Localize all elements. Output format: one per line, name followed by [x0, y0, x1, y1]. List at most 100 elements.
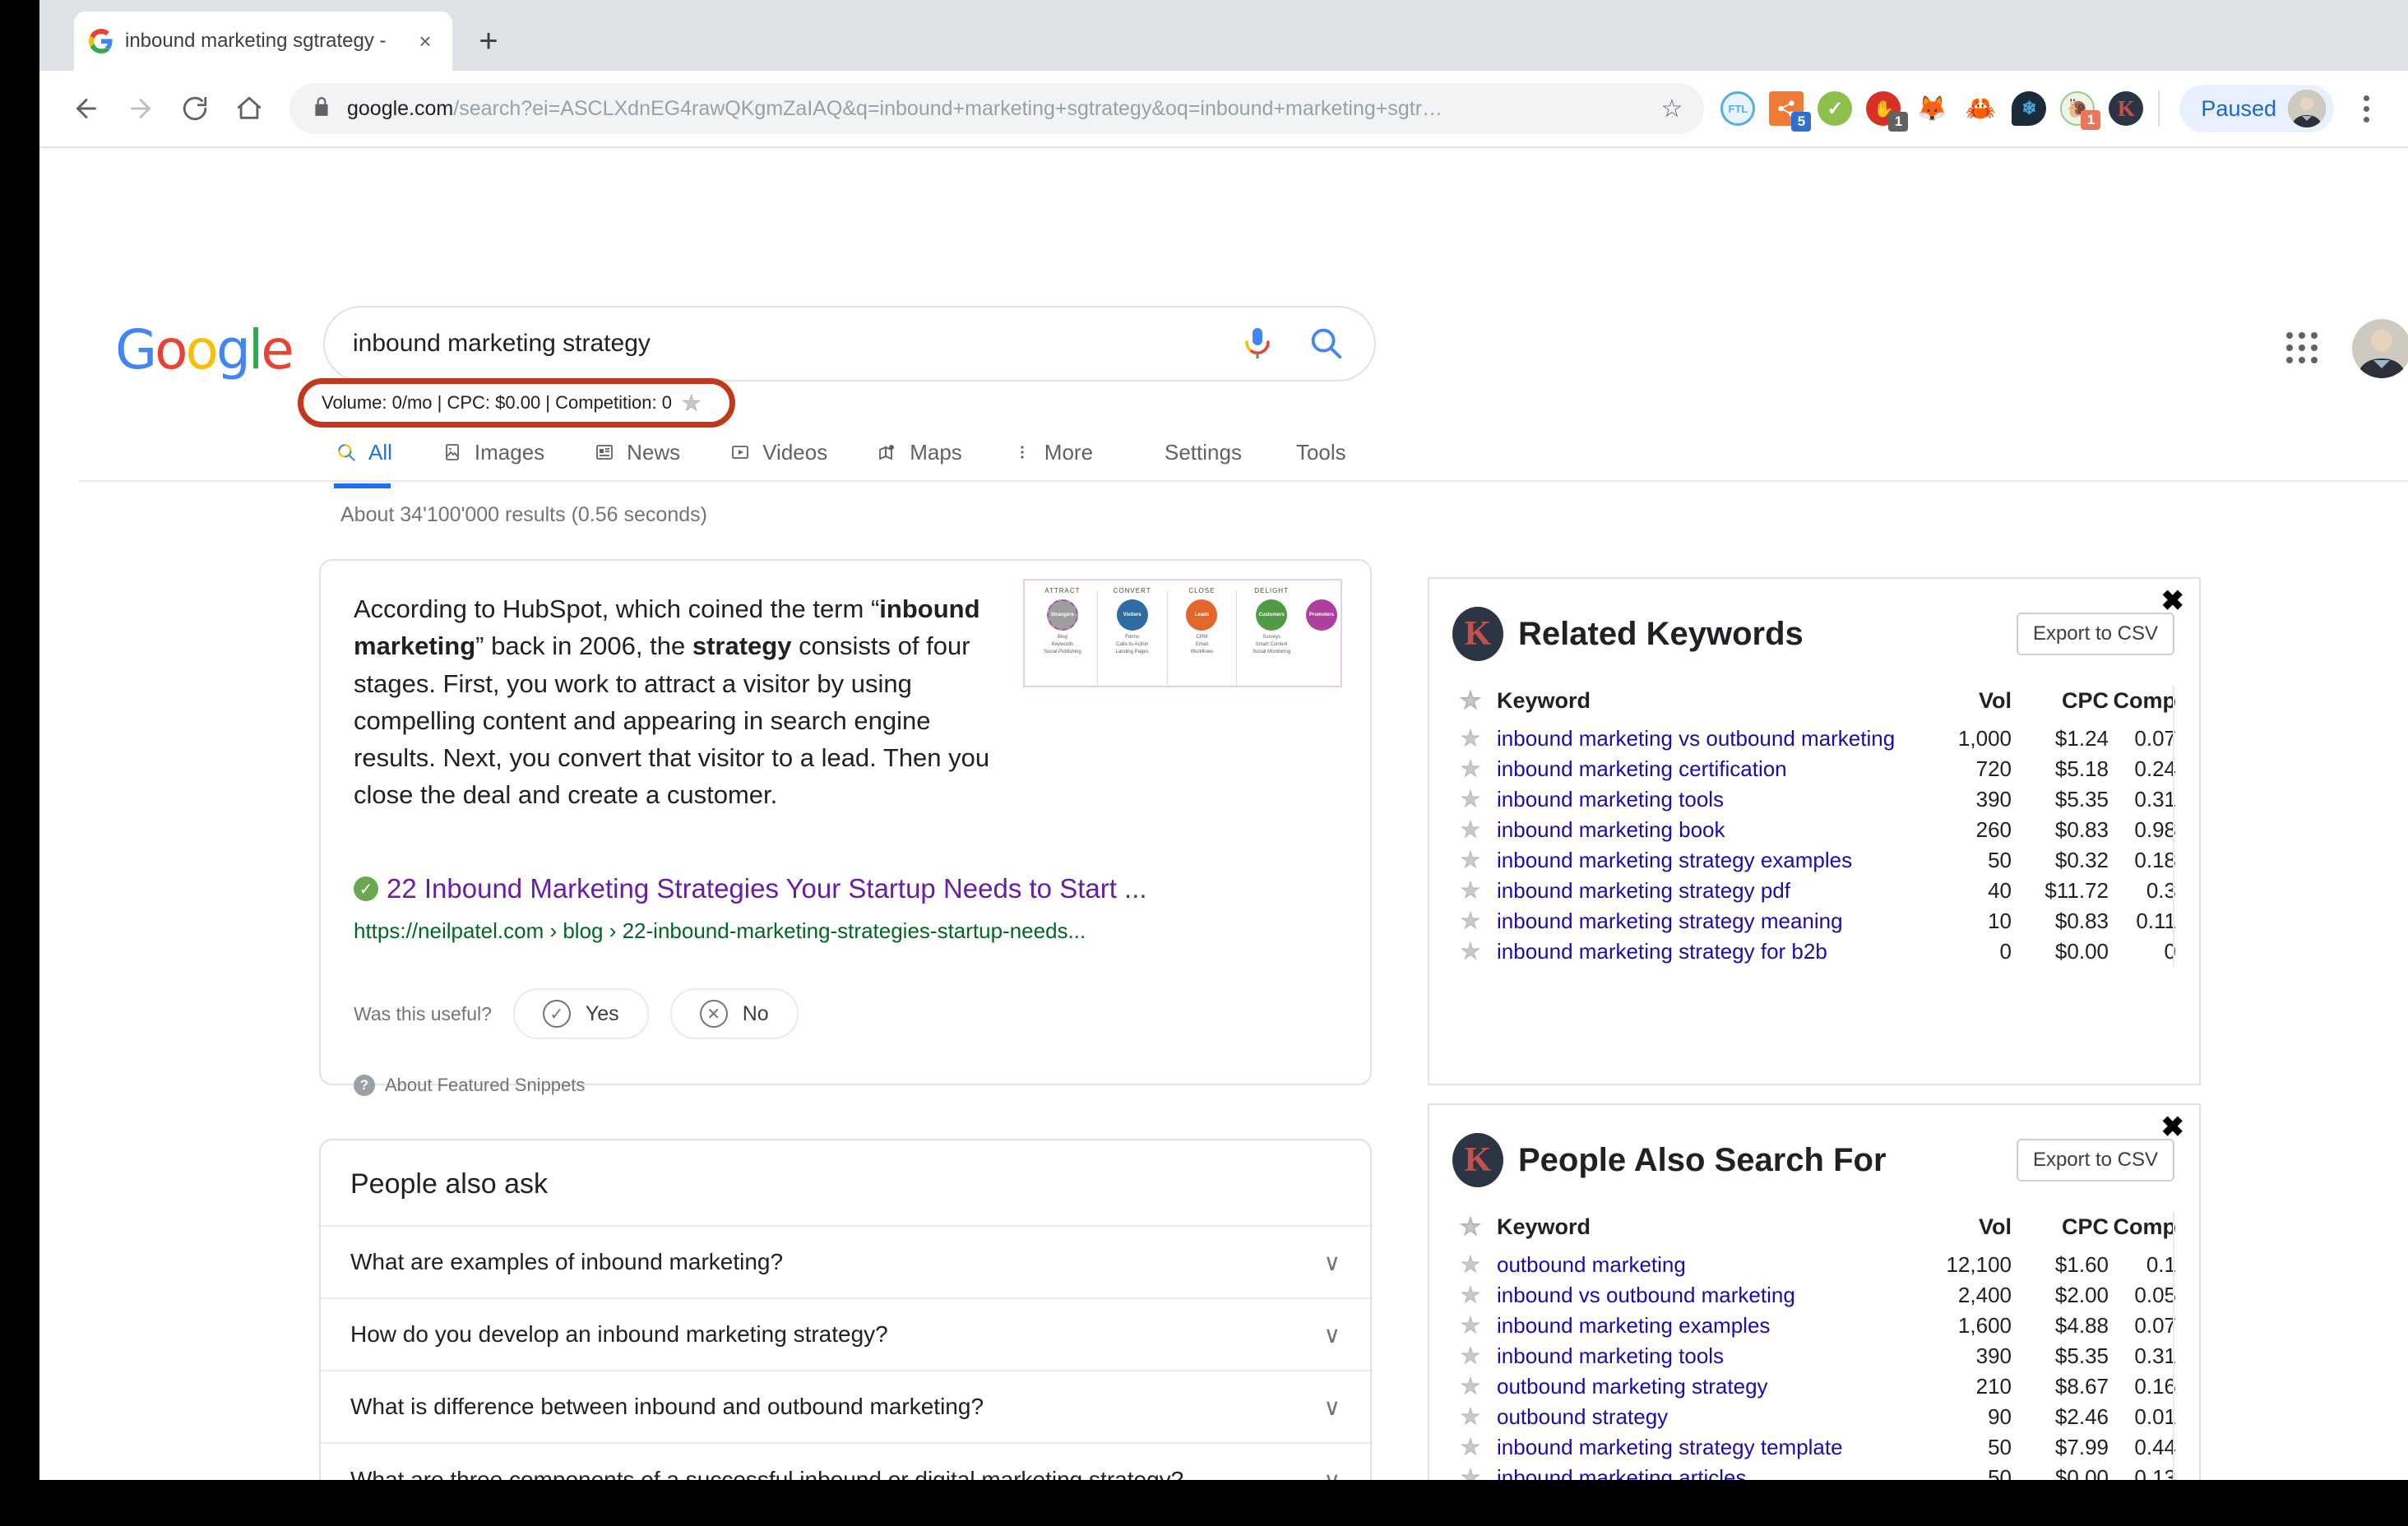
- keywords-everywhere-extension-icon[interactable]: K: [2109, 91, 2144, 126]
- table-row[interactable]: ★ inbound marketing book 260 $0.83 0.98: [1447, 815, 2199, 845]
- search-input[interactable]: inbound marketing strategy: [353, 330, 1238, 358]
- chat-extension-icon[interactable]: ❄: [2012, 91, 2047, 126]
- forward-button[interactable]: [115, 83, 166, 134]
- export-to-csv-button[interactable]: Export to CSV: [2016, 1139, 2174, 1181]
- was-this-useful-label: Was this useful?: [354, 1002, 492, 1024]
- table-row[interactable]: ★ inbound marketing articles 50 $0.00 0.…: [1447, 1463, 2199, 1480]
- row-star-icon: ★: [1460, 1252, 1481, 1277]
- inbound-marketing-funnel-diagram[interactable]: ATTRACT Strangers Blog Keywords Social Pub…: [1023, 579, 1342, 687]
- new-tab-button[interactable]: +: [465, 18, 512, 64]
- export-to-csv-button[interactable]: Export to CSV: [2016, 613, 2174, 655]
- keyword-link[interactable]: inbound marketing strategy meaning: [1497, 909, 1843, 933]
- table-row[interactable]: ★ inbound marketing strategy examples 50…: [1447, 845, 2199, 876]
- tools-button[interactable]: Tools: [1296, 440, 1346, 465]
- table-row[interactable]: ★ outbound marketing strategy 210 $8.67 …: [1447, 1371, 2199, 1402]
- paused-status-label: Paused: [2201, 95, 2276, 121]
- ftl-extension-icon[interactable]: FTL: [1720, 91, 1756, 126]
- fox-extension-icon[interactable]: 🦊: [1915, 91, 1949, 126]
- paa-question-row[interactable]: What are three components of a successfu…: [321, 1444, 1370, 1480]
- comp-value: 0.98: [2134, 817, 2176, 842]
- search-submit-icon[interactable]: [1307, 324, 1346, 363]
- keyword-link[interactable]: outbound strategy: [1497, 1404, 1668, 1429]
- google-logo[interactable]: Google: [115, 318, 294, 382]
- keyword-link[interactable]: inbound marketing strategy template: [1497, 1435, 1843, 1459]
- profile-chip[interactable]: Paused: [2179, 85, 2334, 132]
- keyword-link[interactable]: inbound marketing book: [1497, 817, 1725, 842]
- paa-question-row[interactable]: What is difference between inbound and o…: [321, 1371, 1370, 1444]
- tab-close-icon[interactable]: ×: [413, 29, 438, 53]
- star-column-header: ★: [1460, 1214, 1481, 1239]
- keyword-metrics-bar[interactable]: Volume: 0/mo | CPC: $0.00 | Competition:…: [298, 378, 735, 428]
- address-bar[interactable]: google.com/search?ei=ASCLXdnEG4rawQKgmZa…: [289, 83, 1705, 134]
- browser-tab[interactable]: inbound marketing sgtrategy - ×: [74, 12, 452, 71]
- table-row[interactable]: ★ inbound marketing strategy meaning 10 …: [1447, 906, 2199, 936]
- vol-column-header: Vol: [1979, 688, 2012, 713]
- tab-all[interactable]: All: [334, 419, 415, 488]
- paa-question-row[interactable]: What are examples of inbound marketing? …: [321, 1227, 1370, 1299]
- table-row[interactable]: ★ inbound marketing vs outbound marketin…: [1447, 724, 2199, 754]
- table-row[interactable]: ★ inbound marketing tools 390 $5.35 0.31: [1447, 784, 2199, 815]
- keyword-link[interactable]: inbound marketing strategy pdf: [1497, 878, 1790, 903]
- back-button[interactable]: [61, 83, 112, 134]
- table-row[interactable]: ★ inbound marketing examples 1,600 $4.88…: [1447, 1311, 2199, 1341]
- chevron-down-icon[interactable]: ∨: [1324, 1249, 1341, 1276]
- table-row[interactable]: ★ inbound marketing strategy template 50…: [1447, 1432, 2199, 1463]
- table-row[interactable]: ★ inbound vs outbound marketing 2,400 $2…: [1447, 1280, 2199, 1311]
- featured-snippet-result-url[interactable]: https://neilpatel.com › blog › 22-inboun…: [354, 918, 1086, 944]
- profile-avatar[interactable]: [2288, 90, 2326, 127]
- reload-button[interactable]: [169, 83, 220, 134]
- keyword-link[interactable]: inbound marketing tools: [1497, 787, 1724, 812]
- tab-more[interactable]: More: [1010, 419, 1116, 485]
- tab-videos[interactable]: Videos: [728, 419, 850, 485]
- table-row[interactable]: ★ inbound marketing strategy for b2b 0 $…: [1447, 936, 2199, 967]
- table-row[interactable]: ★ inbound marketing certification 720 $5…: [1447, 754, 2199, 784]
- table-row[interactable]: ★ outbound marketing 12,100 $1.60 0.1: [1447, 1250, 2199, 1280]
- chevron-down-icon[interactable]: ∨: [1324, 1321, 1341, 1348]
- bookmark-star-icon[interactable]: ☆: [1661, 95, 1683, 123]
- tab-images-label: Images: [474, 439, 545, 465]
- snail-extension-icon[interactable]: 🐌 1: [2060, 91, 2101, 130]
- keyword-link[interactable]: inbound marketing examples: [1497, 1313, 1770, 1338]
- cpc-value: $11.72: [2044, 878, 2109, 903]
- featured-snippet-result-link[interactable]: ✓ 22 Inbound Marketing Strategies Your S…: [354, 873, 1147, 904]
- cpc-value: $0.83: [2054, 909, 2109, 933]
- keyword-link[interactable]: inbound vs outbound marketing: [1497, 1283, 1795, 1307]
- keyword-link[interactable]: inbound marketing certification: [1497, 756, 1787, 781]
- apps-grid-icon[interactable]: [2285, 331, 2319, 369]
- snippet-no-button[interactable]: ✕ No: [669, 988, 799, 1039]
- crab-extension-icon[interactable]: 🦀: [1963, 91, 1998, 126]
- microphone-icon[interactable]: [1238, 324, 1277, 363]
- close-icon[interactable]: ✖: [2161, 1113, 2185, 1141]
- keyword-link[interactable]: inbound marketing strategy examples: [1497, 848, 1852, 872]
- tab-images[interactable]: Images: [440, 419, 567, 485]
- settings-button[interactable]: Settings: [1165, 440, 1242, 465]
- about-featured-snippets-link[interactable]: ? About Featured Snippets: [354, 1075, 585, 1096]
- chevron-down-icon[interactable]: ∨: [1324, 1467, 1341, 1481]
- keyword-link[interactable]: outbound marketing strategy: [1497, 1374, 1768, 1399]
- tab-strip: inbound marketing sgtrategy - × +: [39, 0, 2408, 71]
- keyword-link[interactable]: inbound marketing strategy for b2b: [1497, 939, 1827, 964]
- toolbar-divider: [2158, 90, 2160, 127]
- keyword-link[interactable]: inbound marketing tools: [1497, 1343, 1724, 1368]
- chevron-down-icon[interactable]: ∨: [1324, 1394, 1341, 1421]
- table-row[interactable]: ★ outbound strategy 90 $2.46 0.01: [1447, 1402, 2199, 1432]
- hubspot-extension-icon[interactable]: 5: [1769, 91, 1812, 132]
- blocker-extension-icon[interactable]: ✋ 1: [1866, 91, 1909, 132]
- account-avatar[interactable]: [2352, 319, 2408, 378]
- keyword-star-icon[interactable]: ★: [681, 392, 701, 414]
- paa-question-row[interactable]: How do you develop an inbound marketing …: [321, 1299, 1370, 1371]
- close-icon[interactable]: ✖: [2161, 587, 2185, 615]
- tab-news[interactable]: News: [592, 419, 703, 485]
- table-row[interactable]: ★ inbound marketing strategy pdf 40 $11.…: [1447, 876, 2199, 906]
- snippet-yes-button[interactable]: ✓ Yes: [512, 988, 649, 1039]
- home-button[interactable]: [224, 83, 275, 134]
- search-box[interactable]: inbound marketing strategy: [323, 306, 1376, 382]
- table-row[interactable]: ★ inbound marketing tools 390 $5.35 0.31: [1447, 1341, 2199, 1371]
- keyword-link[interactable]: inbound marketing articles: [1497, 1465, 1747, 1480]
- tab-maps[interactable]: Maps: [875, 419, 985, 485]
- keyword-link[interactable]: outbound marketing: [1497, 1252, 1686, 1277]
- checkmark-extension-icon[interactable]: ✓: [1818, 91, 1853, 126]
- keyword-link[interactable]: inbound marketing vs outbound marketing: [1497, 726, 1895, 751]
- row-star-icon: ★: [1460, 756, 1481, 781]
- chrome-menu-button[interactable]: [2345, 83, 2387, 134]
